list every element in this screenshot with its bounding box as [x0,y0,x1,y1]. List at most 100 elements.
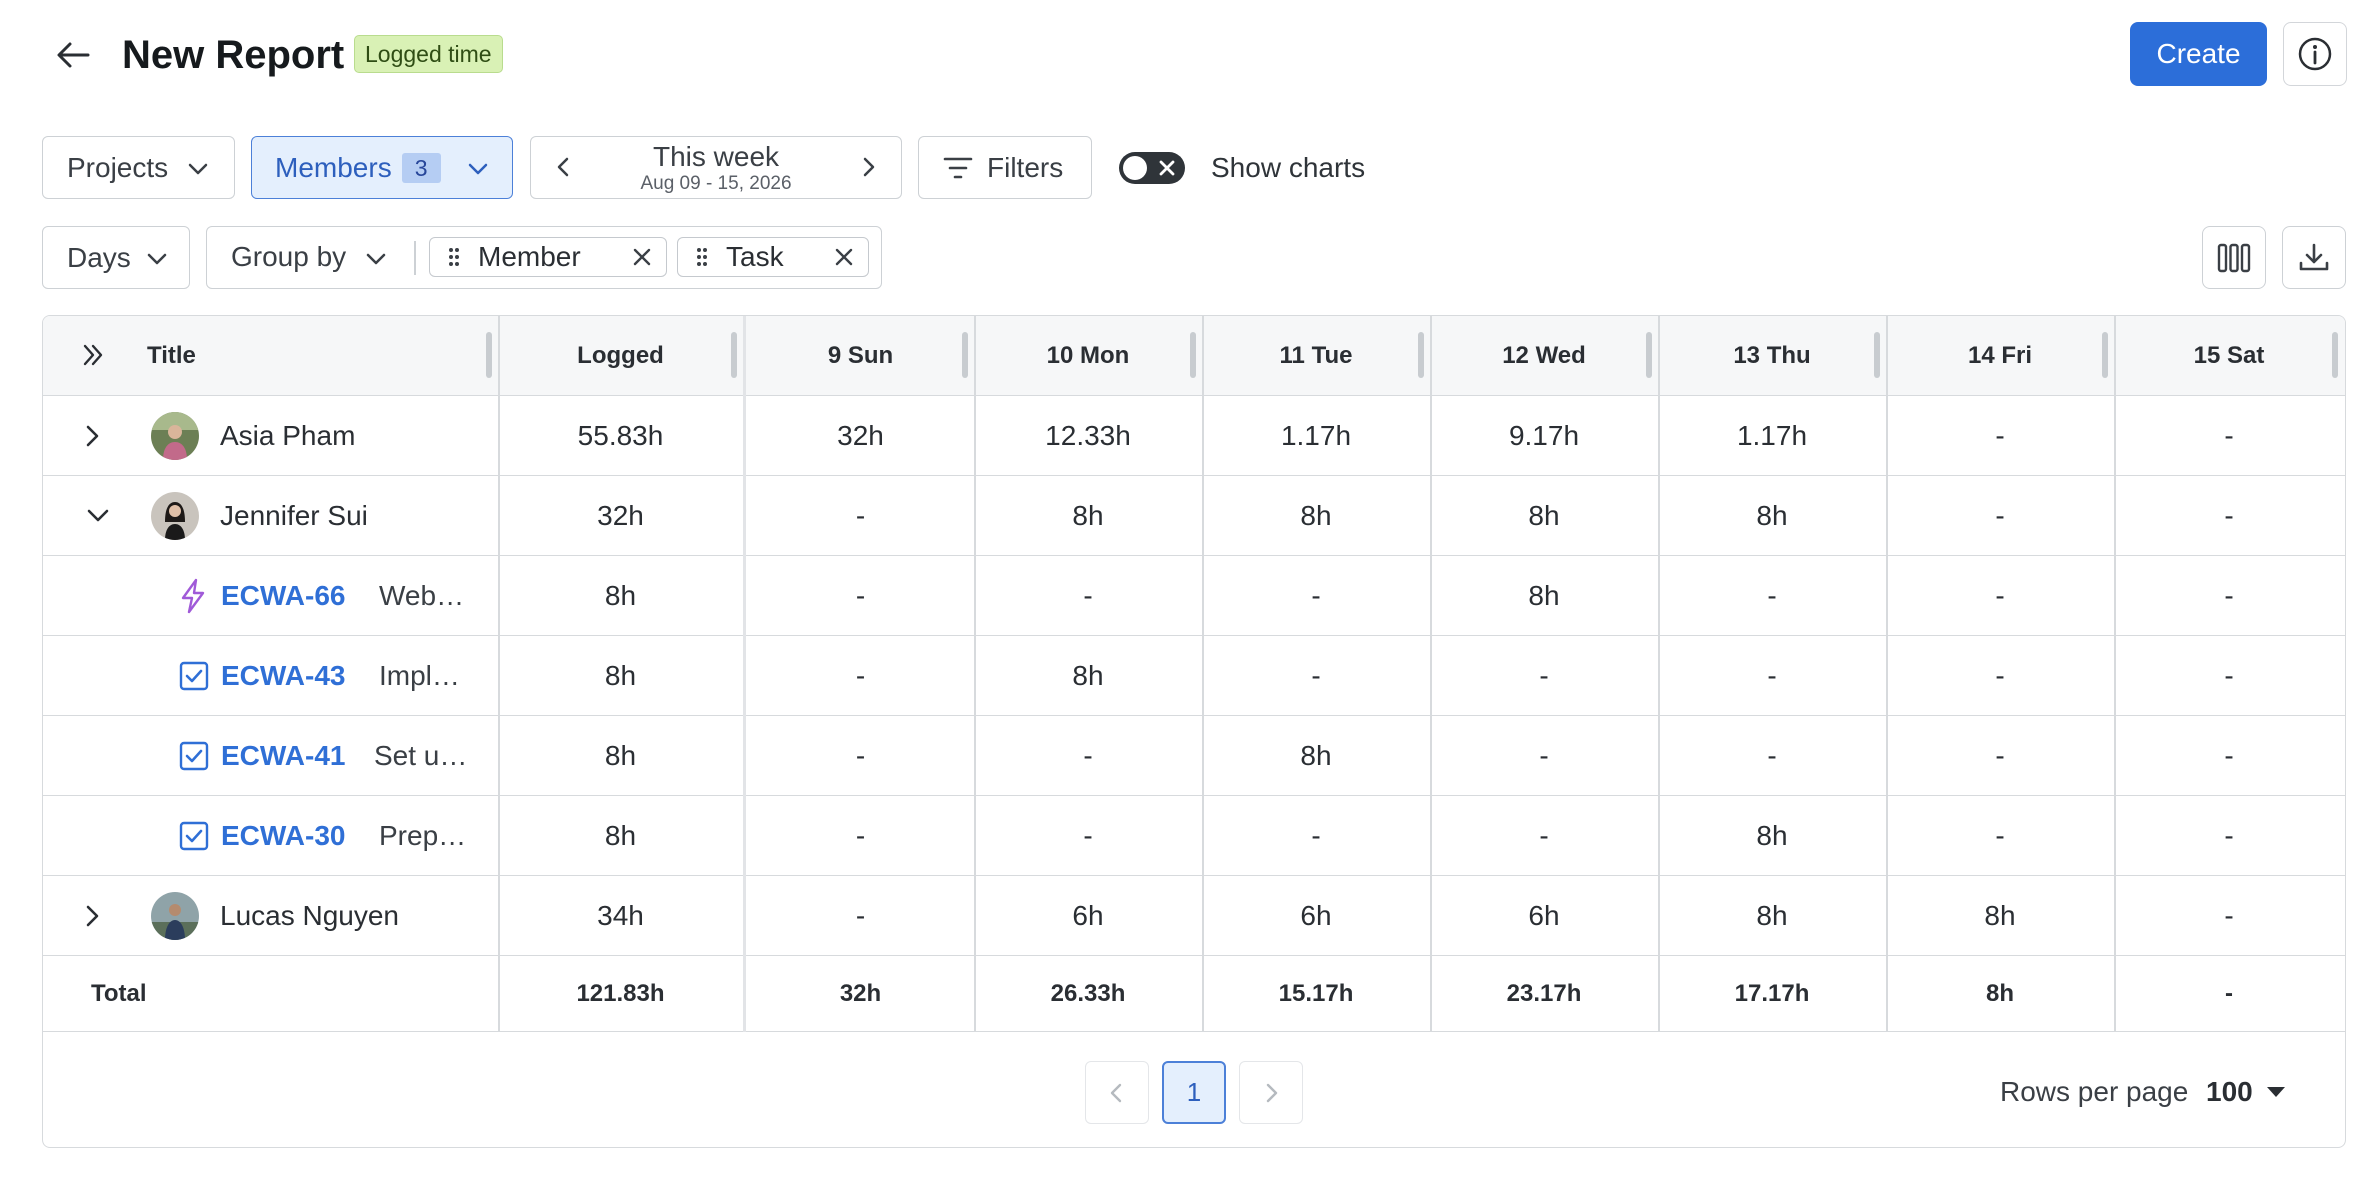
task-key-link[interactable]: ECWA-30 [221,796,345,875]
day-cell: - [1995,579,2005,611]
chevron-right-icon [863,157,875,177]
table-row[interactable]: ECWA-43 Impl… 8h - 8h - - - - - [43,636,2345,716]
column-resize-handle[interactable] [1646,332,1652,378]
day-cell: - [1767,579,1777,611]
previous-week-button[interactable] [539,137,589,197]
create-button[interactable]: Create [2130,22,2267,86]
column-header-day[interactable]: 13 Thu [1658,316,1886,396]
column-divider [743,316,746,1032]
column-header-title[interactable]: Title [43,316,498,396]
column-resize-handle[interactable] [1418,332,1424,378]
logged-cell: 34h [597,899,644,931]
day-cell: - [855,899,866,931]
close-icon [1159,160,1175,176]
chevron-down-icon [366,253,386,265]
column-header-day[interactable]: 14 Fri [1886,316,2114,396]
drag-handle-icon[interactable] [448,247,460,267]
close-icon[interactable] [632,247,652,267]
granularity-select[interactable]: Days [42,226,190,289]
column-header-day[interactable]: 15 Sat [2114,316,2344,396]
column-resize-handle[interactable] [1874,332,1880,378]
chevron-left-icon [557,157,569,177]
table-row[interactable]: ECWA-30 Prep… 8h - - - - 8h - - [43,796,2345,876]
page-button-current[interactable]: 1 [1162,1061,1226,1124]
day-cell: 8h [1756,499,1788,531]
column-header-logged[interactable]: Logged [498,316,743,396]
table-row[interactable]: ECWA-66 Web… 8h - - - 8h - - - [43,556,2345,636]
day-cell: - [1995,819,2005,851]
close-icon[interactable] [834,247,854,267]
show-charts-toggle[interactable] [1119,152,1185,184]
day-cell: 12.33h [1045,419,1131,451]
checkbox-icon [179,716,209,795]
column-header-day[interactable]: 10 Mon [974,316,1202,396]
table-row[interactable]: Asia Pham 55.83h 32h 12.33h 1.17h 9.17h … [43,396,2345,476]
day-cell: - [1539,819,1549,851]
table-row[interactable]: Jennifer Sui 32h - 8h 8h 8h 8h - - [43,476,2345,556]
next-page-button[interactable] [1239,1061,1303,1124]
rows-per-page-value: 100 [2206,1076,2253,1107]
columns-button[interactable] [2202,226,2266,289]
day-cell: - [855,579,866,611]
expand-row-button[interactable] [85,396,101,475]
day-cell: - [1083,739,1093,771]
column-header-day[interactable]: 12 Wed [1430,316,1658,396]
expand-row-button[interactable] [85,876,101,955]
chevron-right-icon [1266,1083,1278,1102]
member-name: Jennifer Sui [220,499,368,531]
table-row[interactable]: ECWA-41 Set u… 8h - - 8h - - - - [43,716,2345,796]
date-range-display[interactable]: This week Aug 09 - 15, 2026 [591,141,841,195]
projects-filter-button[interactable]: Projects [42,136,235,199]
previous-page-button[interactable] [1085,1061,1149,1124]
column-header-label: Title [147,342,196,369]
members-filter-button[interactable]: Members 3 [251,136,513,199]
column-header-day[interactable]: 11 Tue [1202,316,1430,396]
column-resize-handle[interactable] [2102,332,2108,378]
columns-icon [2217,243,2251,272]
back-button[interactable] [48,30,98,80]
collapse-row-button[interactable] [85,476,111,555]
total-day-cell: 23.17h [1506,979,1582,1007]
group-by-label: Group by [231,241,347,272]
column-resize-handle[interactable] [731,332,737,378]
total-day-cell: 8h [1985,979,2014,1007]
day-cell: 6h [1072,899,1104,931]
member-name: Asia Pham [220,419,356,451]
task-key-link[interactable]: ECWA-41 [221,716,345,795]
info-icon [2298,37,2332,71]
avatar [151,492,199,540]
column-resize-handle[interactable] [486,332,492,378]
column-resize-handle[interactable] [1190,332,1196,378]
day-cell: - [1539,659,1549,691]
drag-handle-icon[interactable] [696,247,708,267]
next-week-button[interactable] [843,137,893,197]
column-resize-handle[interactable] [962,332,968,378]
day-cell: - [1767,659,1777,691]
group-by-button[interactable]: Group by [207,227,412,287]
day-cell: - [2224,419,2234,451]
task-key-link[interactable]: ECWA-66 [221,556,345,635]
day-cell: - [2224,739,2234,771]
filters-button[interactable]: Filters [918,136,1092,199]
rows-per-page-select[interactable]: 100 [2206,1070,2285,1114]
column-resize-handle[interactable] [2332,332,2338,378]
day-cell: 8h [1984,899,2016,931]
info-button[interactable] [2283,22,2347,86]
table-row[interactable]: Lucas Nguyen 34h - 6h 6h 6h 8h 8h - [43,876,2345,956]
members-filter-label: Members [275,151,392,183]
expand-all-icon[interactable] [81,342,105,368]
group-chip-task[interactable]: Task [677,237,869,277]
filters-label: Filters [987,151,1064,183]
day-cell: - [1767,739,1777,771]
task-key-link[interactable]: ECWA-43 [221,636,345,715]
task-title: Prep… [379,819,467,851]
group-chip-label: Member [478,241,581,272]
day-cell: - [1083,819,1093,851]
day-cell: - [2224,579,2234,611]
chevron-down-icon [87,509,109,521]
group-chip-member[interactable]: Member [429,237,667,277]
download-button[interactable] [2282,226,2346,289]
day-cell: - [1311,819,1321,851]
avatar [151,412,199,460]
column-header-day[interactable]: 9 Sun [747,316,974,396]
